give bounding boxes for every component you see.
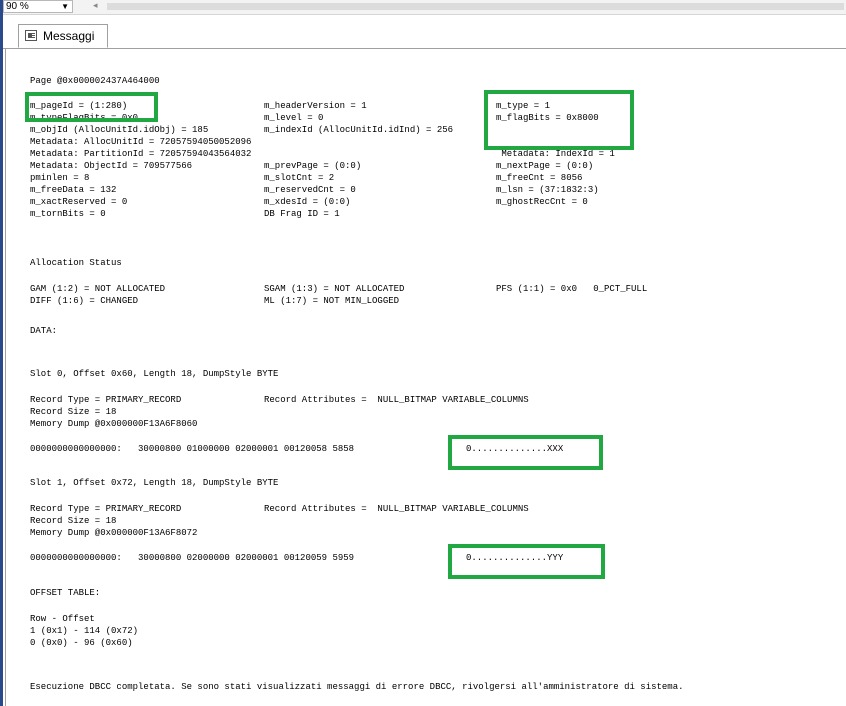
header-field: DB Frag ID = 1	[264, 209, 340, 219]
header-field: Metadata: PartitionId = 7205759404356403…	[30, 149, 252, 159]
editor-gutter	[0, 0, 3, 706]
messages-output: Page @0x000002437A464000 m_pageId = (1:28…	[5, 49, 846, 706]
header-field: m_level = 0	[264, 113, 324, 123]
record-type: Record Type = PRIMARY_RECORD	[30, 395, 182, 405]
header-field: m_xactReserved = 0	[30, 197, 128, 207]
allocation-field: PFS (1:1) = 0x0 0_PCT_FULL	[496, 284, 648, 294]
memory-dump: Memory Dump @0x000000F13A6F8060	[30, 419, 198, 429]
highlight-dump-xxx	[448, 435, 603, 470]
header-field: m_xdesId = (0:0)	[264, 197, 351, 207]
header-field: m_lsn = (37:1832:3)	[496, 185, 599, 195]
highlight-type-flags	[484, 90, 634, 150]
header-field: m_slotCnt = 2	[264, 173, 335, 183]
allocation-field: DIFF (1:6) = CHANGED	[30, 296, 139, 306]
zoom-toolbar: 90 % ▼ ◂	[3, 0, 846, 15]
header-field: m_freeCnt = 8056	[496, 173, 583, 183]
memory-dump: Memory Dump @0x000000F13A6F8072	[30, 528, 198, 538]
allocation-field: GAM (1:2) = NOT ALLOCATED	[30, 284, 166, 294]
header-field: m_headerVersion = 1	[264, 101, 367, 111]
record-size: Record Size = 18	[30, 407, 117, 417]
offset-row: 1 (0x1) - 114 (0x72)	[30, 626, 139, 636]
offset-table-title: OFFSET TABLE:	[30, 588, 101, 598]
allocation-field: SGAM (1:3) = NOT ALLOCATED	[264, 284, 405, 294]
header-field: Metadata: AllocUnitId = 7205759405005209…	[30, 137, 252, 147]
header-field: m_indexId (AllocUnitId.idInd) = 256	[264, 125, 454, 135]
data-title: DATA:	[30, 326, 58, 336]
record-type: Record Type = PRIMARY_RECORD	[30, 504, 182, 514]
header-field: m_ghostRecCnt = 0	[496, 197, 588, 207]
memory-dump-hex: 0000000000000000: 30000800 01000000 0200…	[30, 444, 355, 454]
zoom-select[interactable]: 90 % ▼	[3, 0, 73, 13]
allocation-status-title: Allocation Status	[30, 258, 122, 268]
record-attributes: Record Attributes = NULL_BITMAP VARIABLE…	[264, 395, 529, 405]
highlight-page-id	[25, 92, 158, 122]
results-tab-strip: Messaggi	[3, 15, 846, 49]
header-field: Metadata: ObjectId = 709577566	[30, 161, 193, 171]
header-field: m_prevPage = (0:0)	[264, 161, 362, 171]
messages-icon	[25, 30, 37, 41]
slot-header: Slot 1, Offset 0x72, Length 18, DumpStyl…	[30, 478, 279, 488]
record-attributes: Record Attributes = NULL_BITMAP VARIABLE…	[264, 504, 529, 514]
header-field: Metadata: IndexId = 1	[496, 149, 615, 159]
tab-messages-label: Messaggi	[43, 29, 95, 43]
memory-dump-hex: 0000000000000000: 30000800 02000000 0200…	[30, 553, 355, 563]
header-field: m_objId (AllocUnitId.idObj) = 185	[30, 125, 209, 135]
offset-table-header: Row - Offset	[30, 614, 95, 624]
page-header: Page @0x000002437A464000	[30, 76, 160, 86]
header-field: pminlen = 8	[30, 173, 90, 183]
zoom-value: 90 %	[6, 1, 29, 12]
offset-row: 0 (0x0) - 96 (0x60)	[30, 638, 133, 648]
chevron-down-icon[interactable]: ▼	[61, 1, 69, 12]
completion-message: Esecuzione DBCC completata. Se sono stat…	[30, 682, 684, 692]
header-field: m_freeData = 132	[30, 185, 117, 195]
scroll-left-icon[interactable]: ◂	[93, 1, 98, 11]
highlight-dump-yyy	[448, 544, 605, 579]
header-field: m_tornBits = 0	[30, 209, 106, 219]
record-size: Record Size = 18	[30, 516, 117, 526]
tab-messages[interactable]: Messaggi	[18, 24, 108, 48]
header-field: m_nextPage = (0:0)	[496, 161, 594, 171]
header-field: m_reservedCnt = 0	[264, 185, 356, 195]
slot-header: Slot 0, Offset 0x60, Length 18, DumpStyl…	[30, 369, 279, 379]
horizontal-scrollbar[interactable]	[107, 3, 844, 10]
allocation-field: ML (1:7) = NOT MIN_LOGGED	[264, 296, 400, 306]
